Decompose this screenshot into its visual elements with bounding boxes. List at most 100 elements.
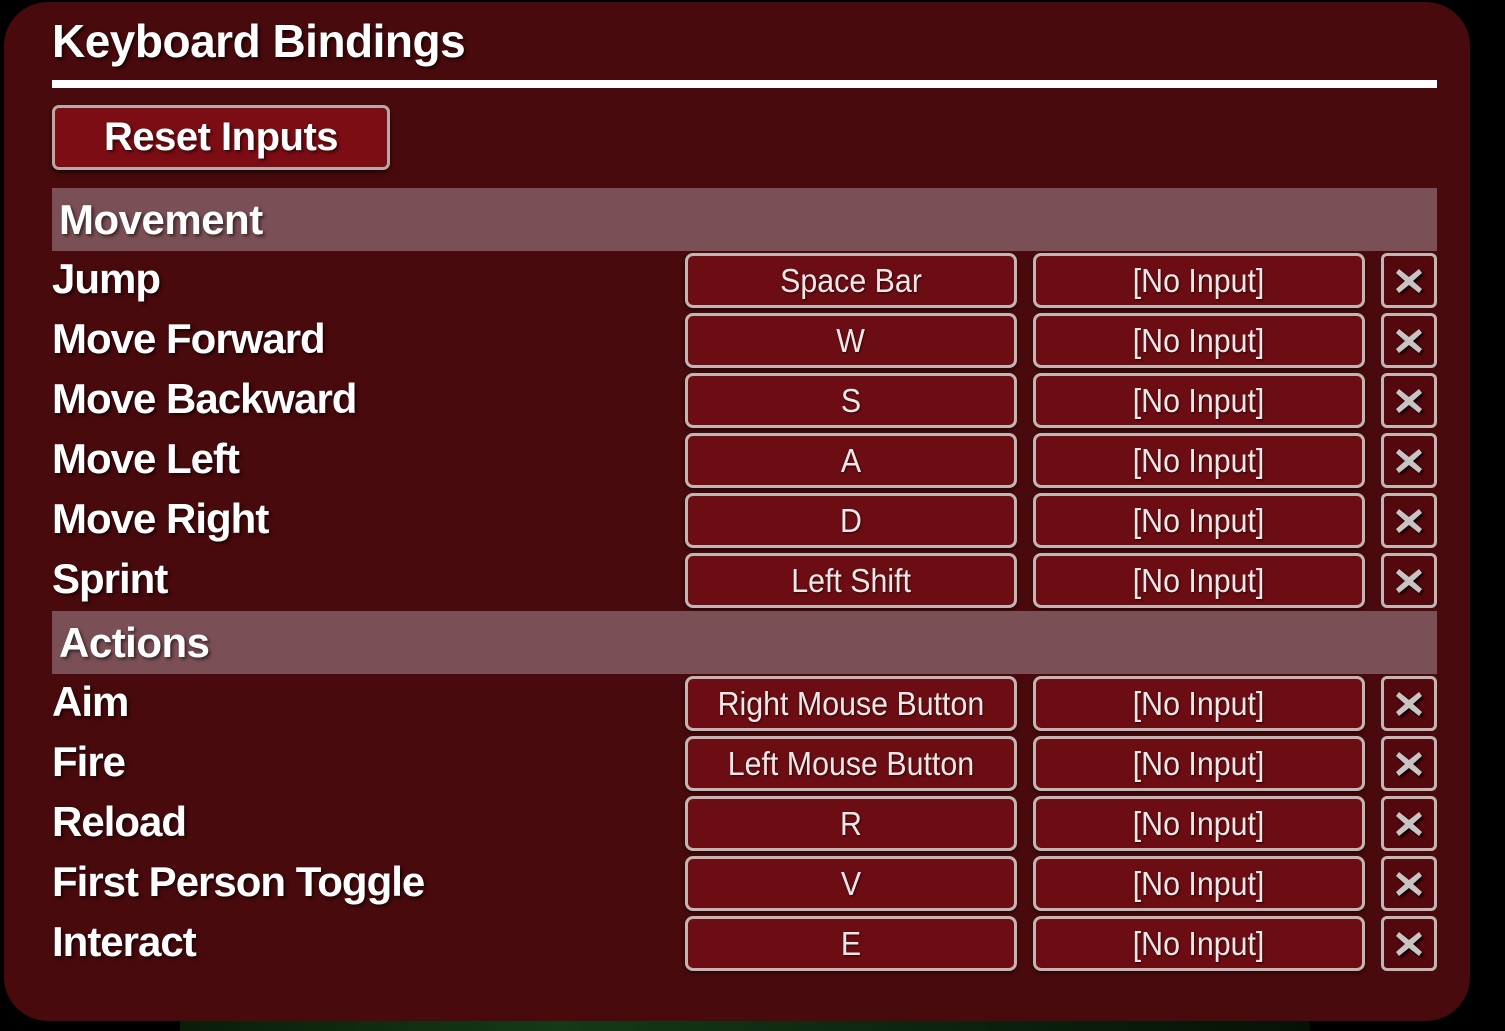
secondary-binding-button[interactable]: [No Input] bbox=[1033, 796, 1365, 851]
action-name-label: Move Left bbox=[52, 435, 240, 482]
primary-binding-button[interactable]: Left Mouse Button bbox=[685, 736, 1017, 791]
close-x-icon bbox=[1394, 386, 1424, 416]
action-name-label: Move Right bbox=[52, 495, 269, 542]
primary-binding-label: Space Bar bbox=[780, 261, 922, 299]
primary-binding-button[interactable]: S bbox=[685, 373, 1017, 428]
primary-binding-label: D bbox=[840, 501, 862, 539]
clear-binding-button[interactable] bbox=[1381, 373, 1437, 428]
clear-binding-button[interactable] bbox=[1381, 676, 1437, 731]
section-header-label: Movement bbox=[59, 195, 263, 243]
secondary-binding-button[interactable]: [No Input] bbox=[1033, 916, 1365, 971]
primary-binding-button[interactable]: A bbox=[685, 433, 1017, 488]
clear-binding-button[interactable] bbox=[1381, 916, 1437, 971]
secondary-binding-button[interactable]: [No Input] bbox=[1033, 553, 1365, 608]
clear-binding-button[interactable] bbox=[1381, 433, 1437, 488]
background-bleed-strip bbox=[180, 1021, 1310, 1031]
binding-row: Aim Right Mouse Button [No Input] bbox=[4, 674, 1470, 734]
binding-row: Fire Left Mouse Button [No Input] bbox=[4, 734, 1470, 794]
secondary-binding-label: [No Input] bbox=[1133, 261, 1265, 299]
secondary-binding-label: [No Input] bbox=[1133, 684, 1265, 722]
secondary-binding-button[interactable]: [No Input] bbox=[1033, 253, 1365, 308]
secondary-binding-label: [No Input] bbox=[1133, 321, 1265, 359]
primary-binding-label: Right Mouse Button bbox=[717, 684, 985, 722]
clear-binding-button[interactable] bbox=[1381, 493, 1437, 548]
primary-binding-button[interactable]: Space Bar bbox=[685, 253, 1017, 308]
secondary-binding-label: [No Input] bbox=[1133, 381, 1265, 419]
primary-binding-label: A bbox=[840, 441, 862, 479]
keyboard-bindings-panel: Keyboard Bindings Reset Inputs Movement J… bbox=[4, 2, 1470, 1021]
title-divider bbox=[52, 80, 1437, 88]
primary-binding-button[interactable]: Left Shift bbox=[685, 553, 1017, 608]
secondary-binding-button[interactable]: [No Input] bbox=[1033, 856, 1365, 911]
binding-row: Reload R [No Input] bbox=[4, 794, 1470, 854]
secondary-binding-label: [No Input] bbox=[1133, 924, 1265, 962]
action-name-label: Move Backward bbox=[52, 375, 357, 422]
primary-binding-label: R bbox=[840, 804, 862, 842]
clear-binding-button[interactable] bbox=[1381, 736, 1437, 791]
primary-binding-label: Left Mouse Button bbox=[727, 744, 975, 782]
binding-row: Move Backward S [No Input] bbox=[4, 371, 1470, 431]
action-name-label: Move Forward bbox=[52, 315, 326, 362]
secondary-binding-label: [No Input] bbox=[1133, 501, 1265, 539]
action-name-label: Interact bbox=[52, 918, 197, 965]
secondary-binding-button[interactable]: [No Input] bbox=[1033, 313, 1365, 368]
section-header: Actions bbox=[52, 611, 1437, 674]
secondary-binding-label: [No Input] bbox=[1133, 441, 1265, 479]
close-x-icon bbox=[1394, 266, 1424, 296]
action-name-label: Reload bbox=[52, 798, 187, 845]
reset-inputs-button[interactable]: Reset Inputs bbox=[52, 105, 390, 170]
action-name-label: Jump bbox=[52, 255, 161, 302]
scrollbar-track[interactable] bbox=[1440, 22, 1456, 1004]
secondary-binding-label: [No Input] bbox=[1133, 804, 1265, 842]
primary-binding-label: E bbox=[840, 924, 862, 962]
clear-binding-button[interactable] bbox=[1381, 253, 1437, 308]
secondary-binding-label: [No Input] bbox=[1133, 744, 1265, 782]
secondary-binding-button[interactable]: [No Input] bbox=[1033, 373, 1365, 428]
primary-binding-label: S bbox=[840, 381, 862, 419]
binding-row: First Person Toggle V [No Input] bbox=[4, 854, 1470, 914]
close-x-icon bbox=[1394, 689, 1424, 719]
primary-binding-button[interactable]: D bbox=[685, 493, 1017, 548]
primary-binding-button[interactable]: R bbox=[685, 796, 1017, 851]
secondary-binding-button[interactable]: [No Input] bbox=[1033, 433, 1365, 488]
primary-binding-button[interactable]: Right Mouse Button bbox=[685, 676, 1017, 731]
binding-row: Move Right D [No Input] bbox=[4, 491, 1470, 551]
close-x-icon bbox=[1394, 749, 1424, 779]
primary-binding-button[interactable]: V bbox=[685, 856, 1017, 911]
reset-inputs-label: Reset Inputs bbox=[103, 115, 339, 159]
primary-binding-label: V bbox=[840, 864, 862, 902]
binding-row: Move Left A [No Input] bbox=[4, 431, 1470, 491]
primary-binding-label: Left Shift bbox=[791, 561, 911, 599]
page-title: Keyboard Bindings bbox=[52, 15, 466, 67]
close-x-icon bbox=[1394, 809, 1424, 839]
clear-binding-button[interactable] bbox=[1381, 553, 1437, 608]
close-x-icon bbox=[1394, 929, 1424, 959]
binding-row: Sprint Left Shift [No Input] bbox=[4, 551, 1470, 611]
binding-row: Interact E [No Input] bbox=[4, 914, 1470, 974]
close-x-icon bbox=[1394, 446, 1424, 476]
primary-binding-button[interactable]: E bbox=[685, 916, 1017, 971]
close-x-icon bbox=[1394, 506, 1424, 536]
action-name-label: Sprint bbox=[52, 555, 168, 602]
close-x-icon bbox=[1394, 566, 1424, 596]
secondary-binding-button[interactable]: [No Input] bbox=[1033, 676, 1365, 731]
section-header-label: Actions bbox=[59, 618, 210, 666]
secondary-binding-button[interactable]: [No Input] bbox=[1033, 736, 1365, 791]
secondary-binding-label: [No Input] bbox=[1133, 864, 1265, 902]
primary-binding-label: W bbox=[836, 321, 866, 359]
clear-binding-button[interactable] bbox=[1381, 796, 1437, 851]
action-name-label: First Person Toggle bbox=[52, 858, 425, 905]
section-header: Movement bbox=[52, 188, 1437, 251]
close-x-icon bbox=[1394, 326, 1424, 356]
primary-binding-button[interactable]: W bbox=[685, 313, 1017, 368]
binding-row: Move Forward W [No Input] bbox=[4, 311, 1470, 371]
screen-root: Keyboard Bindings Reset Inputs Movement J… bbox=[0, 0, 1505, 1031]
clear-binding-button[interactable] bbox=[1381, 856, 1437, 911]
binding-row: Jump Space Bar [No Input] bbox=[4, 251, 1470, 311]
secondary-binding-button[interactable]: [No Input] bbox=[1033, 493, 1365, 548]
action-name-label: Aim bbox=[52, 678, 129, 725]
secondary-binding-label: [No Input] bbox=[1133, 561, 1265, 599]
bindings-list: Movement Jump Space Bar [No Input] Move Forw… bbox=[4, 188, 1470, 1021]
clear-binding-button[interactable] bbox=[1381, 313, 1437, 368]
close-x-icon bbox=[1394, 869, 1424, 899]
